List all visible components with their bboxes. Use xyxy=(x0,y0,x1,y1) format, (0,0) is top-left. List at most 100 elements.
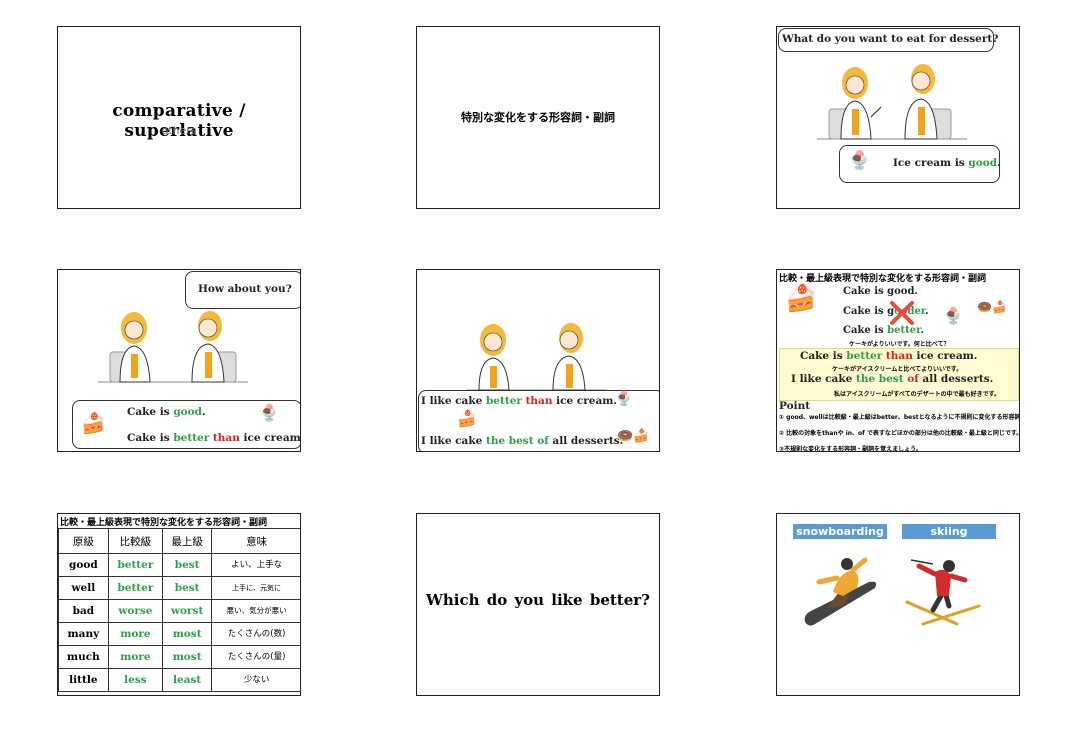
yb1-than: than xyxy=(882,350,913,362)
line-gooder-prefix: Cake is g xyxy=(843,306,895,317)
line2-text: Cake is xyxy=(127,432,174,444)
slide-6-thumbnail[interactable]: 比較・最上級表現で特別な変化をする形容詞・副詞 🍰 Cake is good. … xyxy=(776,269,1020,452)
ice-cream-icon: 🍨 xyxy=(615,391,633,407)
question-bubble: What do you want to eat for dessert? xyxy=(778,28,998,52)
meaning-cell: 少ない xyxy=(211,668,300,692)
comparative-cell: more xyxy=(107,622,164,646)
ice-cream-icon: 🍨 xyxy=(943,306,963,325)
yb1-prefix: Cake is xyxy=(800,350,847,362)
point-heading: Point xyxy=(779,400,811,412)
skiing-tag: skiing xyxy=(902,524,996,539)
header-cell: 最上級 xyxy=(162,528,213,554)
superlative-cell: most xyxy=(162,622,213,646)
comparative-cell: more xyxy=(107,645,164,669)
slide-subtitle: others xyxy=(161,124,197,137)
table-row: much more most たくさんの(量) xyxy=(58,645,300,669)
table-header-row: 原級 比較級 最上級 意味 xyxy=(58,528,300,554)
bubble-text: How about you? xyxy=(198,283,292,295)
slide-2-thumbnail[interactable]: 特別な変化をする形容詞・副詞 xyxy=(416,26,660,209)
slide-title: Which do you like better? xyxy=(426,591,650,609)
table-caption: 比較・最上級表現で特別な変化をする形容詞・副詞 xyxy=(60,518,268,528)
positive-cell: little xyxy=(58,668,109,692)
meaning-cell: よい、上手な xyxy=(211,553,300,577)
header-cell: 原級 xyxy=(58,528,109,554)
table-row: bad worse worst 悪い、気分が悪い xyxy=(58,599,300,623)
positive-cell: good xyxy=(58,553,109,577)
line-better-suffix: . xyxy=(920,325,924,336)
superlative-cell: best xyxy=(162,553,213,577)
comparative-cell: less xyxy=(107,668,164,692)
line2-suffix: all desserts. xyxy=(548,435,624,447)
slide-4-thumbnail[interactable]: How about you? 🍰 🍨 Cake is good. Cake is… xyxy=(57,269,301,452)
table-row: little less least 少ない xyxy=(58,668,300,692)
yb-note2: 私はアイスクリームがすべてのデザートの中で最も好きです。 xyxy=(834,391,1001,398)
meaning-cell: 上手に、元気に xyxy=(211,576,300,600)
note-text: ケーキがよりいいです。何と比べて？ xyxy=(849,341,950,348)
answer-bubble: 🍰 🍨 Cake is good. Cake is better than ic… xyxy=(72,400,301,449)
yb-note: ケーキがアイスクリームと比べてよりいいです。 xyxy=(832,366,963,373)
positive-cell: much xyxy=(58,645,109,669)
yb1-better: better xyxy=(846,350,883,362)
yb1-suffix: ice cream. xyxy=(912,350,978,362)
line1-than: than xyxy=(525,395,553,407)
desserts-icon: 🍩🍰 xyxy=(977,300,1007,314)
yb2-of: of xyxy=(903,373,919,385)
answer-good: good xyxy=(968,157,998,169)
comparative-cell: better xyxy=(107,576,164,600)
positive-cell: many xyxy=(58,622,109,646)
point-3: ③不規則な変化をする形容詞・副詞を覚えましょう。 xyxy=(779,446,922,452)
cake-icon: 🍰 xyxy=(81,411,106,435)
slide-9-thumbnail[interactable]: snowboarding skiing xyxy=(776,513,1020,696)
slide-1-thumbnail[interactable]: comparative / superlative others xyxy=(57,26,301,209)
comparative-cell: worse xyxy=(107,599,164,623)
line1-better: better xyxy=(485,395,522,407)
meaning-cell: たくさんの(数) xyxy=(211,622,300,646)
slide-5-thumbnail[interactable]: 🍨 🍰 🍩🍰 I like cake better than ice cream… xyxy=(416,269,660,452)
table-row: many more most たくさんの(数) xyxy=(58,622,300,646)
yb2-prefix: I like cake xyxy=(791,373,856,385)
line-better-prefix: Cake is xyxy=(843,325,888,336)
ice-cream-icon: 🍨 xyxy=(259,403,279,422)
meaning-cell: 悪い、気分が悪い xyxy=(211,599,300,623)
superlative-cell: worst xyxy=(162,599,213,623)
slide-8-thumbnail[interactable]: Which do you like better? xyxy=(416,513,660,696)
two-women-talking-illustration xyxy=(467,323,607,391)
line-better: better xyxy=(887,325,921,336)
line1-suffix: ice cream. xyxy=(556,395,618,407)
snowboarding-tag: snowboarding xyxy=(793,524,887,539)
answer-bubble: 🍨 Ice cream is good. xyxy=(839,145,1001,183)
line2-suffix: ice cream. xyxy=(243,432,301,444)
slide-title: 特別な変化をする形容詞・副詞 xyxy=(461,111,615,124)
answer-text: Ice cream is xyxy=(893,157,969,169)
line2-best: the best of xyxy=(485,435,549,447)
yb2-suffix: all desserts. xyxy=(918,373,994,385)
cake-icon: 🍰 xyxy=(785,284,818,314)
slide-3-thumbnail[interactable]: What do you want to eat for dessert? 🍨 I… xyxy=(776,26,1020,209)
line2-better: better xyxy=(173,432,210,444)
point-2: ② 比較の対象をthanや in、of で表すなどほかの部分は他の比較級・最上級… xyxy=(779,430,1020,437)
header-cell: 比較級 xyxy=(107,528,164,554)
highlight-box: Cake is better than ice cream. ケーキがアイスクリ… xyxy=(779,348,1019,401)
line-gooder-suffix: . xyxy=(925,306,929,317)
table-row: well better best 上手に、元気に xyxy=(58,576,300,600)
line1-text: I like cake xyxy=(421,395,486,407)
question-bubble: How about you? xyxy=(185,271,300,309)
two-women-talking-illustration xyxy=(817,64,967,140)
line1-text: Cake is xyxy=(127,406,174,418)
line1-good: good xyxy=(173,406,203,418)
skier-illustration xyxy=(905,559,981,626)
line2-text: I like cake xyxy=(421,435,486,447)
irregular-forms-table: 原級 比較級 最上級 意味 good better best よい、上手な we… xyxy=(58,528,300,692)
yb2-best: the best xyxy=(855,373,904,385)
positive-cell: well xyxy=(58,576,109,600)
positive-cell: bad xyxy=(58,599,109,623)
bubble-text: What do you want to eat for dessert? xyxy=(782,33,999,45)
cross-mark-icon xyxy=(890,301,914,325)
two-women-talking-illustration xyxy=(98,311,248,383)
table-row: good better best よい、上手な xyxy=(58,553,300,577)
ice-cream-icon: 🍨 xyxy=(848,150,871,171)
slide-7-thumbnail[interactable]: 比較・最上級表現で特別な変化をする形容詞・副詞 原級 比較級 最上級 意味 go… xyxy=(57,513,301,696)
answer-bubble: 🍨 🍰 🍩🍰 I like cake better than ice cream… xyxy=(418,390,659,451)
snowboarder-illustration xyxy=(804,557,877,626)
line2-than: than xyxy=(212,432,240,444)
